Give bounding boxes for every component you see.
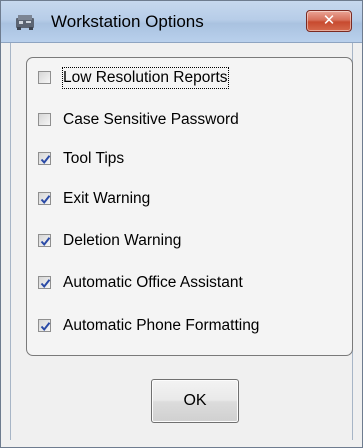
close-icon: ✕ xyxy=(322,12,336,29)
checkmark-icon xyxy=(40,155,51,165)
checkbox-exit-warning[interactable] xyxy=(38,192,51,205)
window-title: Workstation Options xyxy=(51,12,204,31)
option-label: Case Sensitive Password xyxy=(63,111,239,128)
title-bar[interactable]: Workstation Options ✕ xyxy=(1,1,362,43)
checkbox-automatic-phone-formatting[interactable] xyxy=(38,319,51,332)
checkbox-deletion-warning[interactable] xyxy=(38,234,51,247)
option-label: Deletion Warning xyxy=(63,232,182,249)
checkmark-icon xyxy=(40,279,51,289)
checkmark-icon xyxy=(40,237,51,247)
workstation-options-dialog: Workstation Options ✕ Low Resolution Rep… xyxy=(0,0,363,448)
option-label: Low Resolution Reports xyxy=(62,67,229,89)
ok-button[interactable]: OK xyxy=(151,379,239,423)
option-label: Automatic Office Assistant xyxy=(63,274,243,291)
app-icon xyxy=(14,13,36,31)
checkbox-case-sensitive-password[interactable] xyxy=(38,113,51,126)
checkbox-automatic-office-assistant[interactable] xyxy=(38,276,51,289)
close-button[interactable]: ✕ xyxy=(306,10,352,32)
option-label: Tool Tips xyxy=(63,150,125,167)
checkmark-icon xyxy=(40,195,51,205)
option-label: Exit Warning xyxy=(63,190,151,207)
checkbox-tool-tips[interactable] xyxy=(38,152,51,165)
checkmark-icon xyxy=(40,322,51,332)
checkbox-low-resolution-reports[interactable] xyxy=(38,71,51,84)
option-label: Automatic Phone Formatting xyxy=(63,317,260,334)
